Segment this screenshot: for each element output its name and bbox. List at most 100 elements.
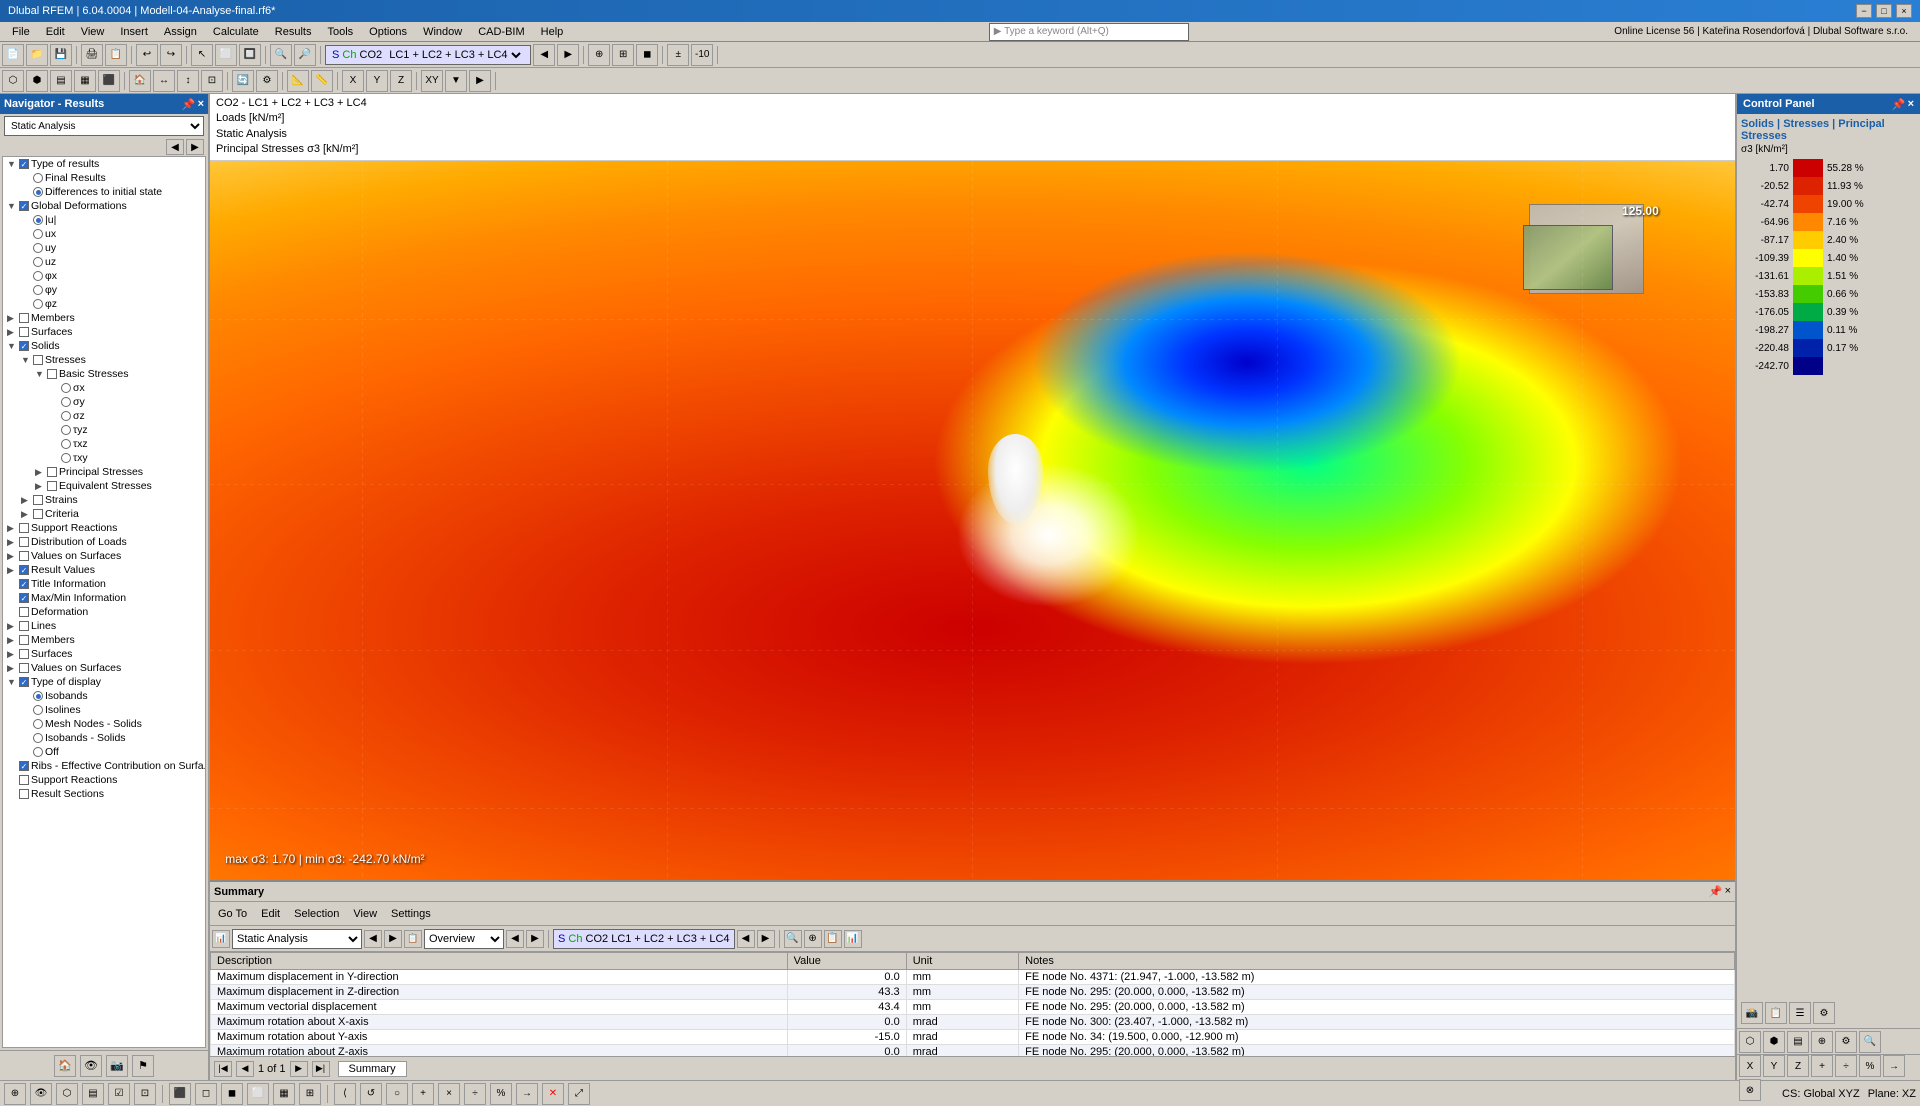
tree-item[interactable]: ▼✓Type of display <box>3 675 205 689</box>
zoom-out-btn[interactable]: 🔎 <box>294 44 316 66</box>
cp-extra4-btn[interactable]: + <box>1811 1055 1833 1077</box>
checkbox-indicator[interactable] <box>19 775 29 785</box>
tree-item[interactable]: ▶Lines <box>3 619 205 633</box>
cp-extra6-btn[interactable]: % <box>1859 1055 1881 1077</box>
t2-btn7[interactable]: ↔ <box>153 70 175 92</box>
summary-next-btn[interactable]: ▶ <box>384 930 402 948</box>
cp-view3-btn[interactable]: ▤ <box>1787 1031 1809 1053</box>
tree-item[interactable]: ▶✓Result Values <box>3 563 205 577</box>
radio-indicator[interactable] <box>61 453 71 463</box>
nav-next-btn[interactable]: ▶ <box>186 139 204 155</box>
summary-tool3-btn[interactable]: 📋 <box>824 930 842 948</box>
nav-close-btn[interactable]: × <box>198 98 204 111</box>
cp-close-btn[interactable]: × <box>1908 98 1914 111</box>
summary-tool4-btn[interactable]: 📊 <box>844 930 862 948</box>
status-btn2[interactable]: 👁 <box>30 1083 52 1105</box>
close-button[interactable]: × <box>1896 4 1912 18</box>
menu-cad-bim[interactable]: CAD-BIM <box>470 25 532 39</box>
open-btn[interactable]: 📁 <box>26 44 48 66</box>
checkbox-indicator[interactable] <box>19 635 29 645</box>
t2-btn12[interactable]: 📐 <box>287 70 309 92</box>
summary-prev-btn[interactable]: ◀ <box>364 930 382 948</box>
nav-home-btn[interactable]: 🏠 <box>54 1055 76 1077</box>
redo-btn[interactable]: ↪ <box>160 44 182 66</box>
select-btn[interactable]: ↖ <box>191 44 213 66</box>
table-row[interactable]: Maximum rotation about Y-axis-15.0mradFE… <box>211 1030 1735 1045</box>
summary-selection-menu[interactable]: Selection <box>290 907 343 921</box>
checkbox-indicator[interactable] <box>19 537 29 547</box>
checkbox-indicator[interactable] <box>19 789 29 799</box>
summary-goto-menu[interactable]: Go To <box>214 907 251 921</box>
radio-indicator[interactable] <box>33 733 43 743</box>
radio-indicator[interactable] <box>33 257 43 267</box>
axis-btn[interactable]: ⊕ <box>588 44 610 66</box>
summary-view-next-btn[interactable]: ▶ <box>526 930 544 948</box>
cp-list-btn[interactable]: ☰ <box>1789 1002 1811 1024</box>
tree-item[interactable]: ✓Title Information <box>3 577 205 591</box>
menu-file[interactable]: File <box>4 25 38 39</box>
status-btn7[interactable]: ⬛ <box>169 1083 191 1105</box>
checkbox-indicator[interactable]: ✓ <box>19 341 29 351</box>
tree-item[interactable]: Result Sections <box>3 787 205 801</box>
checkbox-indicator[interactable] <box>19 327 29 337</box>
cp-settings-btn[interactable]: ⚙ <box>1813 1002 1835 1024</box>
t2-btn9[interactable]: ⊡ <box>201 70 223 92</box>
status-btn20[interactable]: → <box>516 1083 538 1105</box>
cp-view6-btn[interactable]: 🔍 <box>1859 1031 1881 1053</box>
tree-item[interactable]: ▶Surfaces <box>3 325 205 339</box>
radio-indicator[interactable] <box>33 271 43 281</box>
zoom-in-btn[interactable]: 🔍 <box>270 44 292 66</box>
keyword-search[interactable]: ▶ Type a keyword (Alt+Q) <box>989 23 1189 41</box>
table-row[interactable]: Maximum displacement in Z-direction43.3m… <box>211 985 1735 1000</box>
table-row[interactable]: Maximum rotation about Z-axis0.0mradFE n… <box>211 1045 1735 1057</box>
tree-item[interactable]: Final Results <box>3 171 205 185</box>
tree-item[interactable]: ▶Principal Stresses <box>3 465 205 479</box>
checkbox-indicator[interactable] <box>47 467 57 477</box>
status-btn3[interactable]: ⬡ <box>56 1083 78 1105</box>
new-btn[interactable]: 📄 <box>2 44 24 66</box>
menu-assign[interactable]: Assign <box>156 25 205 39</box>
tree-item[interactable]: ▶Strains <box>3 493 205 507</box>
maximize-button[interactable]: □ <box>1876 4 1892 18</box>
navigator-combo[interactable]: Static Analysis <box>4 116 204 136</box>
print2-btn[interactable]: 📋 <box>105 44 127 66</box>
tree-item[interactable]: Differences to initial state <box>3 185 205 199</box>
table-row[interactable]: Maximum displacement in Y-direction0.0mm… <box>211 970 1735 985</box>
t2-btn15[interactable]: Y <box>366 70 388 92</box>
t2-btn19[interactable]: ▶ <box>469 70 491 92</box>
status-btn14[interactable]: ↺ <box>360 1083 382 1105</box>
status-btn15[interactable]: ○ <box>386 1083 408 1105</box>
tree-item[interactable]: ▶Distribution of Loads <box>3 535 205 549</box>
radio-indicator[interactable] <box>33 229 43 239</box>
cp-view1-btn[interactable]: ⬡ <box>1739 1031 1761 1053</box>
t2-btn4[interactable]: ▦ <box>74 70 96 92</box>
tree-item[interactable]: uz <box>3 255 205 269</box>
checkbox-indicator[interactable] <box>19 663 29 673</box>
radio-indicator[interactable] <box>33 691 43 701</box>
menu-insert[interactable]: Insert <box>112 25 156 39</box>
print-btn[interactable]: 🖨 <box>81 44 103 66</box>
status-expand-btn[interactable]: ⤢ <box>568 1083 590 1105</box>
tree-item[interactable]: φx <box>3 269 205 283</box>
page-last-btn[interactable]: ▶| <box>312 1061 330 1077</box>
menu-view[interactable]: View <box>73 25 113 39</box>
t2-btn2[interactable]: ⬢ <box>26 70 48 92</box>
tree-item[interactable]: φz <box>3 297 205 311</box>
status-btn4[interactable]: ▤ <box>82 1083 104 1105</box>
tree-item[interactable]: ✓Ribs - Effective Contribution on Surfa.… <box>3 759 205 773</box>
checkbox-indicator[interactable] <box>19 621 29 631</box>
tree-item[interactable]: ▶Surfaces <box>3 647 205 661</box>
page-next-btn[interactable]: ▶ <box>290 1061 308 1077</box>
tree-item[interactable]: ▶Equivalent Stresses <box>3 479 205 493</box>
radio-indicator[interactable] <box>61 397 71 407</box>
t2-btn3[interactable]: ▤ <box>50 70 72 92</box>
cp-extra7-btn[interactable]: → <box>1883 1055 1905 1077</box>
minus10-btn[interactable]: -10 <box>691 44 713 66</box>
t2-btn18[interactable]: ▼ <box>445 70 467 92</box>
menu-window[interactable]: Window <box>415 25 470 39</box>
tree-item[interactable]: ▼✓Global Deformations <box>3 199 205 213</box>
status-btn10[interactable]: ⬜ <box>247 1083 269 1105</box>
scale-btn[interactable]: ± <box>667 44 689 66</box>
checkbox-indicator[interactable]: ✓ <box>19 201 29 211</box>
nav-cam-btn[interactable]: 📷 <box>106 1055 128 1077</box>
